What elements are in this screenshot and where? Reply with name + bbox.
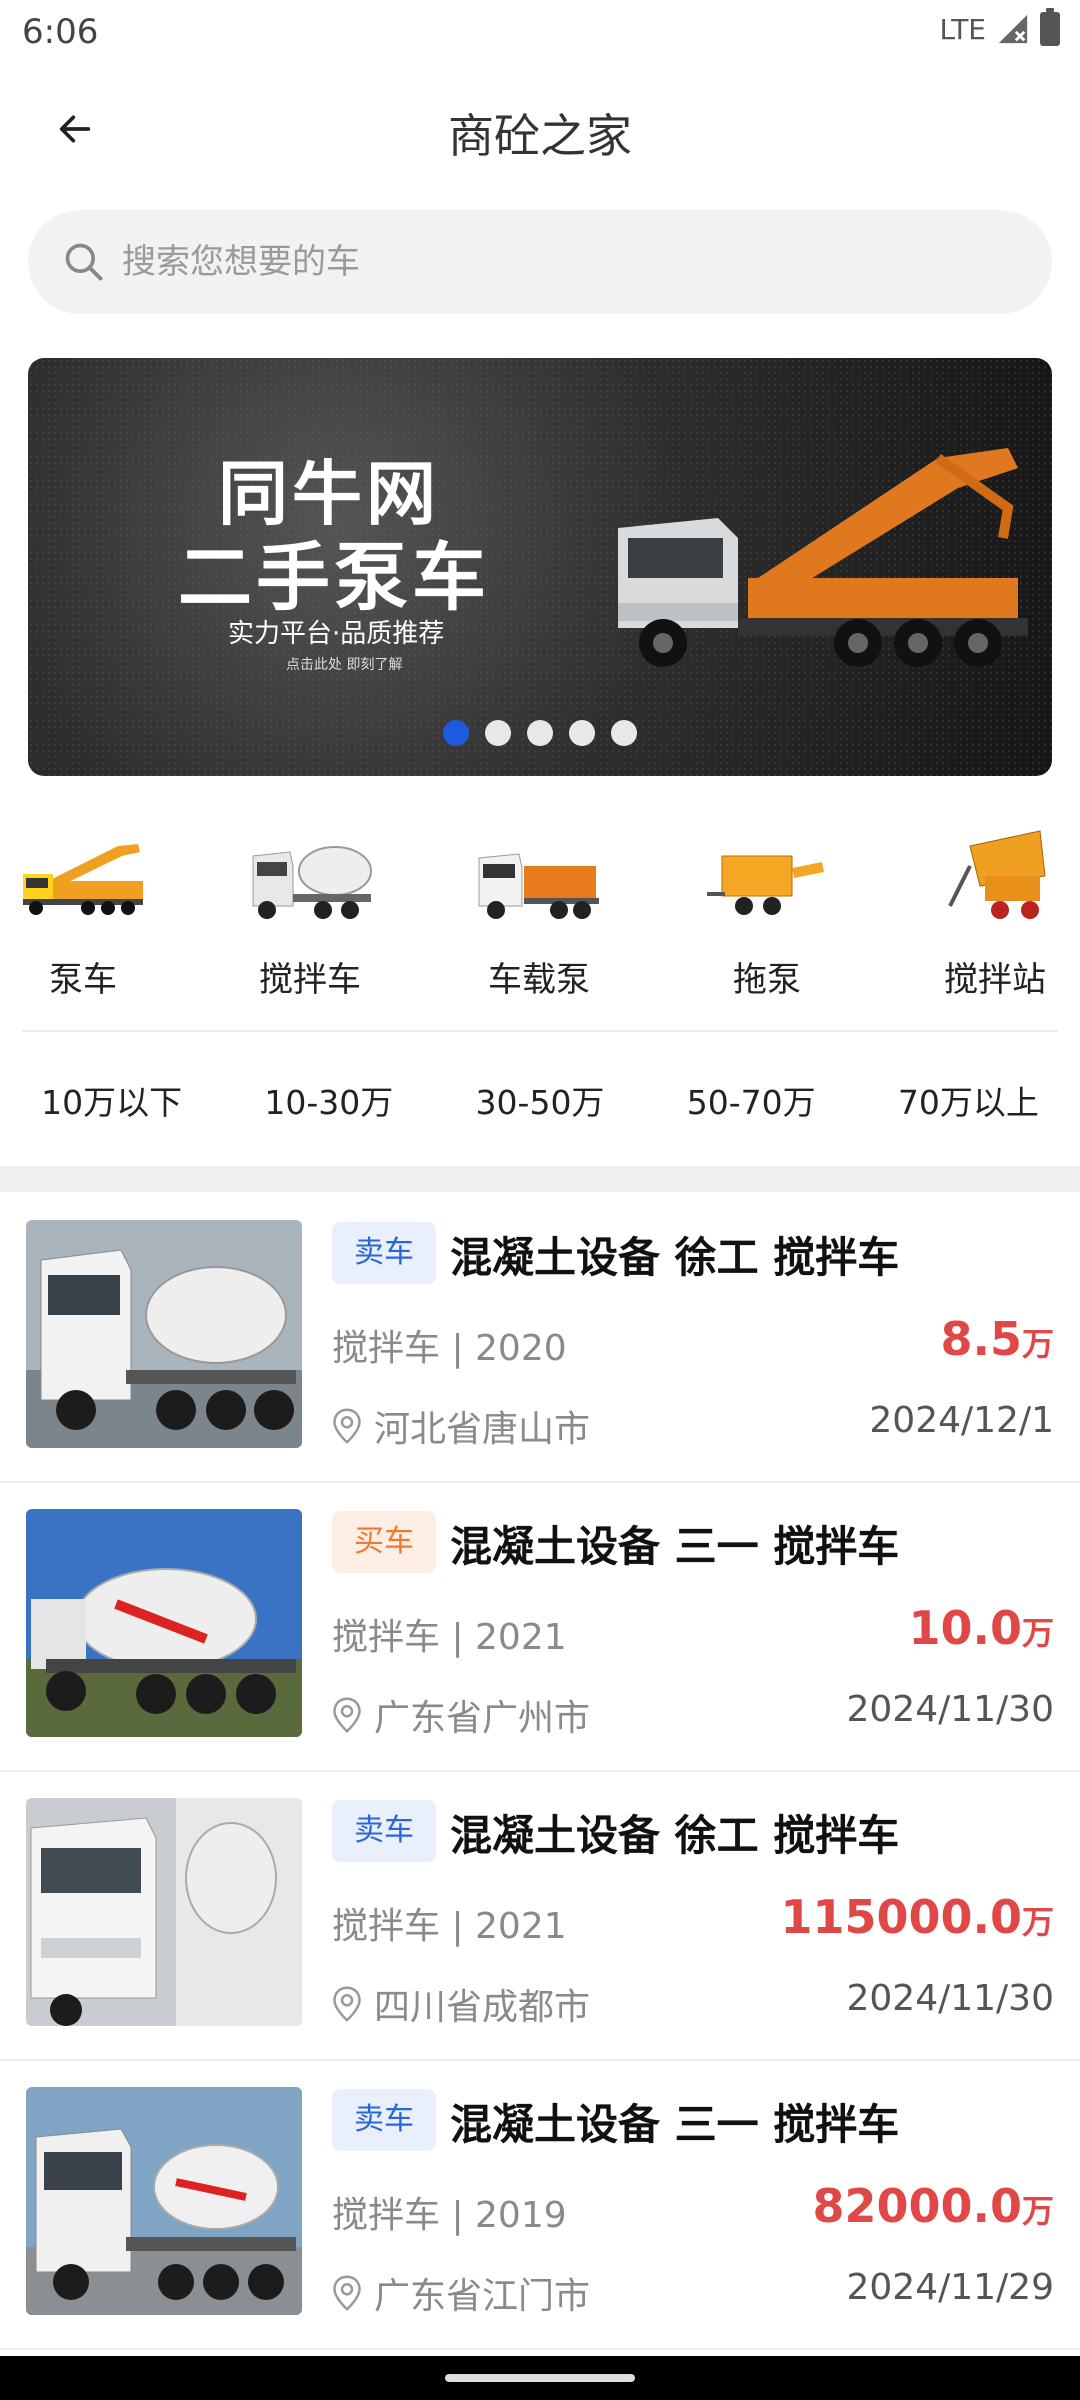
system-nav-bar <box>0 2356 1080 2400</box>
divider <box>22 1030 1058 1032</box>
price-filter-option[interactable]: 10-30万 <box>264 1076 393 1124</box>
listing-title: 混凝土设备 徐工 搅拌车 <box>450 1811 900 1860</box>
truck-mounted-pump-icon <box>478 853 599 919</box>
price-unit: 万 <box>1021 1325 1054 1363</box>
listing-price: 8.5万 <box>940 1312 1054 1366</box>
carousel-dot[interactable] <box>569 720 595 746</box>
listing-price: 115000.0万 <box>780 1890 1054 1944</box>
price-value: 82000.0 <box>812 2179 1022 2233</box>
status-badge: 买车 <box>332 1511 436 1573</box>
category-row: 泵车 搅拌车 车载泵 拖泵 搅拌站 <box>0 826 1080 1016</box>
listing-item[interactable]: 卖车 混凝土设备 三一 搅拌车 搅拌车 | 2019 82000.0万 广东省江… <box>0 2061 1080 2350</box>
banner-subline: 实力平台·品质推荐 <box>228 619 445 649</box>
price-filter-option[interactable]: 30-50万 <box>476 1076 605 1124</box>
category-mixer-truck[interactable]: 搅拌车 <box>235 826 385 1001</box>
price-filter-row: 10万以下 10-30万 30-50万 50-70万 70万以上 <box>0 1050 1080 1150</box>
promo-banner[interactable]: 同牛网 二手泵车 实力平台·品质推荐 点击此处 即刻了解 <box>28 358 1052 776</box>
location-text: 河北省唐山市 <box>374 1409 591 1450</box>
listing-thumbnail <box>26 1798 302 2026</box>
category-truck-mounted-pump[interactable]: 车载泵 <box>464 826 614 1001</box>
listing-location: 四川省成都市 <box>332 1978 590 2030</box>
battery-icon <box>1040 8 1060 46</box>
location-text: 广东省江门市 <box>374 2276 591 2317</box>
category-mixing-plant[interactable]: 搅拌站 <box>920 826 1070 1001</box>
listing-thumbnail <box>26 2087 302 2315</box>
listing-spec: 搅拌车 | 2020 <box>332 1328 567 1369</box>
listing-date: 2024/11/30 <box>846 1978 1055 2019</box>
network-label: LTE <box>939 12 986 46</box>
listing-thumbnail <box>26 1509 302 1737</box>
category-label: 搅拌车 <box>259 960 361 1000</box>
listing-item[interactable]: 买车 混凝土设备 三一 搅拌车 搅拌车 | 2021 10.0万 广东省广州市 … <box>0 1483 1080 1772</box>
listing-spec: 搅拌车 | 2021 <box>332 1906 567 1947</box>
carousel-dot[interactable] <box>611 720 637 746</box>
price-filter-option[interactable]: 10万以下 <box>41 1076 182 1124</box>
mixer-truck-icon <box>252 846 372 919</box>
listing-location: 广东省广州市 <box>332 1689 590 1741</box>
location-pin-icon <box>333 1986 361 2022</box>
listing-thumbnail <box>26 1220 302 1448</box>
location-text: 四川省成都市 <box>374 1987 591 2028</box>
home-gesture-handle[interactable] <box>445 2374 635 2382</box>
status-bar: 6:06 LTE <box>0 0 1080 64</box>
listing-date: 2024/11/30 <box>846 1689 1055 1730</box>
category-label: 车载泵 <box>488 960 590 1000</box>
signal-icon <box>998 14 1028 44</box>
pump-truck-image <box>618 448 1028 667</box>
pump-truck-icon <box>23 844 143 915</box>
category-label: 搅拌站 <box>944 960 1046 1000</box>
price-value: 8.5 <box>940 1312 1022 1366</box>
location-text: 广东省广州市 <box>374 1698 591 1739</box>
carousel-dot[interactable] <box>485 720 511 746</box>
listing-price: 10.0万 <box>908 1601 1054 1655</box>
page-title: 商砼之家 <box>448 109 632 163</box>
listing-list: 卖车 混凝土设备 徐工 搅拌车 搅拌车 | 2020 8.5万 河北省唐山市 2… <box>0 1194 1080 2350</box>
listing-date: 2024/12/1 <box>869 1400 1054 1441</box>
mixing-plant-icon <box>948 830 1046 919</box>
listing-location: 河北省唐山市 <box>332 1400 590 1452</box>
category-label: 拖泵 <box>733 960 801 1000</box>
trailer-pump-icon <box>707 855 824 915</box>
category-trailer-pump[interactable]: 拖泵 <box>692 826 842 1001</box>
price-value: 115000.0 <box>780 1890 1022 1944</box>
price-unit: 万 <box>1021 1903 1054 1941</box>
carousel-dots <box>28 720 1052 746</box>
price-value: 10.0 <box>908 1601 1022 1655</box>
price-filter-option[interactable]: 70万以上 <box>898 1076 1039 1124</box>
status-badge: 卖车 <box>332 1222 436 1284</box>
status-badge: 卖车 <box>332 2089 436 2151</box>
location-pin-icon <box>333 2275 361 2311</box>
listing-title: 混凝土设备 徐工 搅拌车 <box>450 1233 900 1282</box>
listing-item[interactable]: 卖车 混凝土设备 徐工 搅拌车 搅拌车 | 2020 8.5万 河北省唐山市 2… <box>0 1194 1080 1483</box>
category-pump-truck[interactable]: 泵车 <box>8 826 158 1001</box>
top-bar: 商砼之家 <box>0 64 1080 194</box>
carousel-dot[interactable] <box>527 720 553 746</box>
listing-price: 82000.0万 <box>812 2179 1054 2233</box>
banner-headline-secondary: 二手泵车 <box>178 535 490 621</box>
search-bar[interactable] <box>28 210 1052 314</box>
listing-item[interactable]: 卖车 混凝土设备 徐工 搅拌车 搅拌车 | 2021 115000.0万 四川省… <box>0 1772 1080 2061</box>
listing-spec: 搅拌车 | 2021 <box>332 1617 567 1658</box>
listing-title: 混凝土设备 三一 搅拌车 <box>450 2100 900 2149</box>
listing-spec: 搅拌车 | 2019 <box>332 2195 567 2236</box>
category-label: 泵车 <box>49 960 117 1000</box>
listing-title: 混凝土设备 三一 搅拌车 <box>450 1522 900 1571</box>
carousel-dot[interactable] <box>443 720 469 746</box>
search-input[interactable] <box>120 241 1024 283</box>
status-badge: 卖车 <box>332 1800 436 1862</box>
banner-small-text: 点击此处 即刻了解 <box>286 657 403 673</box>
listing-date: 2024/11/29 <box>846 2267 1055 2308</box>
price-unit: 万 <box>1021 1614 1054 1652</box>
price-unit: 万 <box>1021 2192 1054 2230</box>
location-pin-icon <box>333 1408 361 1444</box>
status-icons: LTE <box>939 8 1060 46</box>
section-separator <box>0 1166 1080 1192</box>
status-time: 6:06 <box>22 12 99 52</box>
listing-location: 广东省江门市 <box>332 2267 590 2319</box>
search-icon <box>65 243 103 281</box>
price-filter-option[interactable]: 50-70万 <box>687 1076 816 1124</box>
location-pin-icon <box>333 1697 361 1733</box>
